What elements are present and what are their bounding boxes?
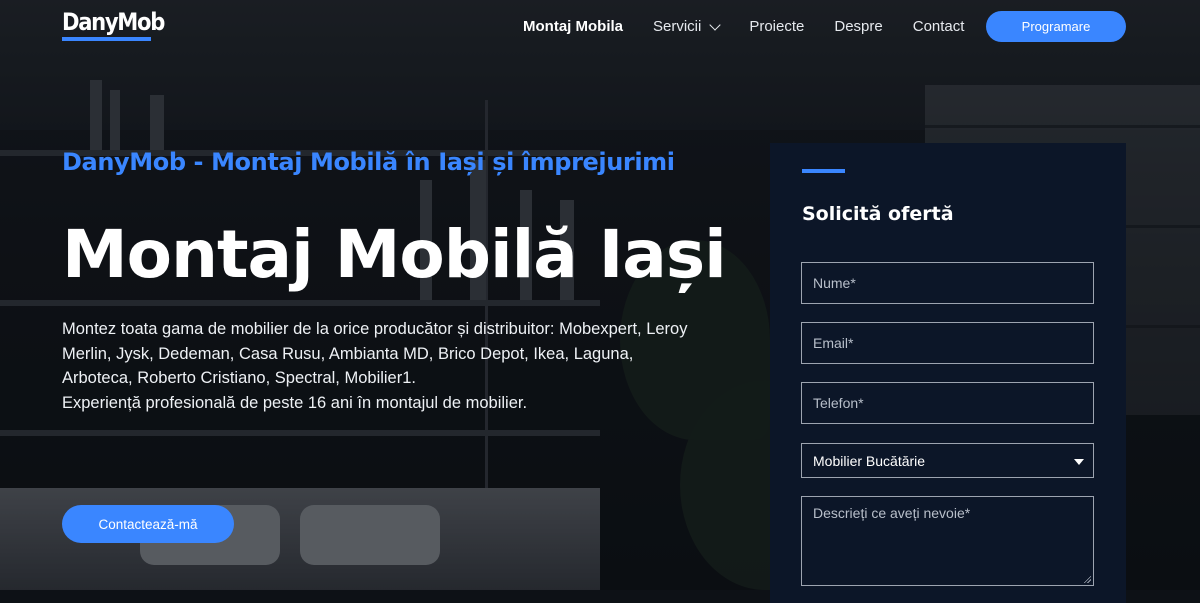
accent-bar — [802, 169, 845, 173]
nav-item-montaj-mobila[interactable]: Montaj Mobila — [523, 18, 623, 35]
phone-field[interactable]: Telefon* — [801, 382, 1094, 424]
nav-label: Montaj Mobila — [523, 18, 623, 35]
service-select[interactable]: Mobilier Bucătărie — [801, 443, 1094, 478]
programare-button[interactable]: Programare — [986, 11, 1126, 42]
nav-label: Proiecte — [749, 18, 805, 35]
hero-description: Montez toata gama de mobilier de la oric… — [62, 317, 702, 415]
message-placeholder: Descrieți ce aveți nevoie* — [813, 505, 971, 521]
form-title: Solicită ofertă — [802, 203, 954, 225]
service-selected-value: Mobilier Bucătărie — [813, 452, 926, 469]
nav-item-contact[interactable]: Contact — [913, 18, 965, 35]
nav-item-despre[interactable]: Despre — [834, 18, 882, 35]
nav-item-proiecte[interactable]: Proiecte — [749, 18, 804, 35]
email-field[interactable]: Email* — [801, 322, 1094, 364]
logo-underline — [62, 37, 151, 41]
caret-down-icon — [1074, 459, 1084, 465]
name-field[interactable]: Nume* — [801, 262, 1094, 304]
hero-subtitle: DanyMob - Montaj Mobilă în Iași și împre… — [62, 148, 675, 176]
message-textarea[interactable]: Descrieți ce aveți nevoie* — [801, 496, 1094, 586]
main-nav: Montaj Mobila Servicii Proiecte Despre C… — [523, 18, 994, 35]
nav-label: Servicii — [653, 18, 702, 35]
nav-label: Contact — [912, 18, 965, 35]
chevron-down-icon — [709, 18, 722, 31]
phone-placeholder: Telefon* — [813, 395, 864, 411]
brand-logo[interactable]: DanyMob — [62, 8, 165, 36]
hero-description-experience: Experiență profesională de peste 16 ani … — [62, 393, 528, 412]
nav-label: Despre — [834, 18, 883, 35]
name-placeholder: Nume* — [813, 275, 856, 291]
quote-form-panel: Solicită ofertă Nume* Email* Telefon* Mo… — [770, 143, 1126, 603]
nav-item-servicii[interactable]: Servicii — [653, 18, 722, 35]
email-placeholder: Email* — [813, 335, 854, 351]
hero-title: Montaj Mobilă Iași — [62, 216, 727, 293]
hero-description-paragraph: Montez toata gama de mobilier de la oric… — [62, 320, 688, 387]
contact-me-button[interactable]: Contactează-mă — [62, 505, 234, 543]
resize-handle-icon[interactable] — [1083, 575, 1091, 583]
